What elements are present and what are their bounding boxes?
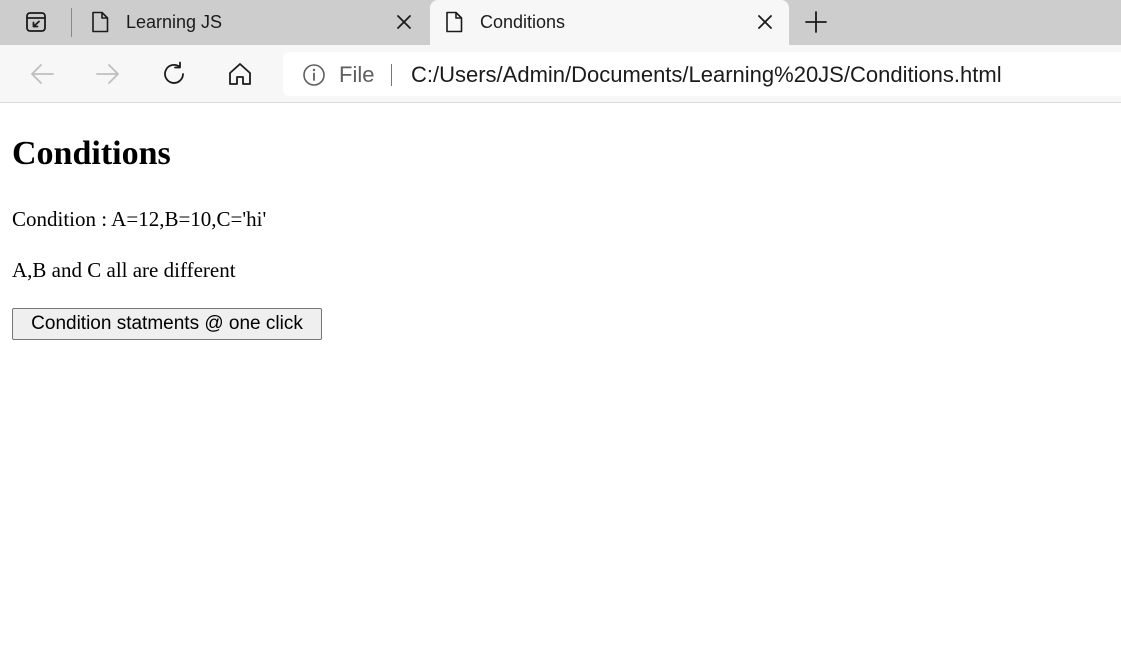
info-icon[interactable] xyxy=(302,63,326,87)
tab-title: Learning JS xyxy=(126,12,223,32)
back-arrow-icon xyxy=(31,64,54,84)
url-text[interactable]: C:/Users/Admin/Documents/Learning%20JS/C… xyxy=(411,62,1002,88)
tab-conditions[interactable]: Conditions xyxy=(430,0,789,45)
home-icon xyxy=(229,63,251,85)
site-scheme-label[interactable]: File xyxy=(339,62,374,88)
page-icon xyxy=(446,11,463,33)
url-separator xyxy=(391,64,392,86)
refresh-icon xyxy=(164,61,184,84)
new-tab-button[interactable] xyxy=(802,8,830,36)
home-button[interactable] xyxy=(224,58,256,90)
back-button[interactable] xyxy=(26,58,58,90)
result-text: A,B and C all are different xyxy=(12,258,236,282)
close-icon xyxy=(758,15,772,29)
page-icon xyxy=(92,11,109,33)
browser-toolbar: File C:/Users/Admin/Documents/Learning%2… xyxy=(0,45,1121,103)
tab-strip: Learning JS Conditions xyxy=(0,0,1121,45)
page-heading: Conditions xyxy=(12,135,171,172)
refresh-button[interactable] xyxy=(158,58,190,90)
tab-learning-js[interactable]: Learning JS xyxy=(76,0,428,45)
close-tab-button[interactable] xyxy=(755,12,775,32)
tab-actions-button[interactable] xyxy=(20,6,52,38)
condition-text: Condition : A=12,B=10,C='hi' xyxy=(12,207,267,231)
tab-actions-icon xyxy=(26,12,46,32)
close-icon xyxy=(397,15,411,29)
condition-statements-button[interactable]: Condition statments @ one click xyxy=(12,308,322,340)
forward-button[interactable] xyxy=(92,58,124,90)
tab-separator xyxy=(71,8,72,37)
close-tab-button[interactable] xyxy=(394,12,414,32)
tab-title: Conditions xyxy=(480,12,566,32)
forward-arrow-icon xyxy=(96,64,119,84)
address-bar[interactable]: File C:/Users/Admin/Documents/Learning%2… xyxy=(283,52,1121,96)
plus-icon xyxy=(805,11,827,33)
page-content: Conditions Condition : A=12,B=10,C='hi' … xyxy=(0,104,1121,651)
